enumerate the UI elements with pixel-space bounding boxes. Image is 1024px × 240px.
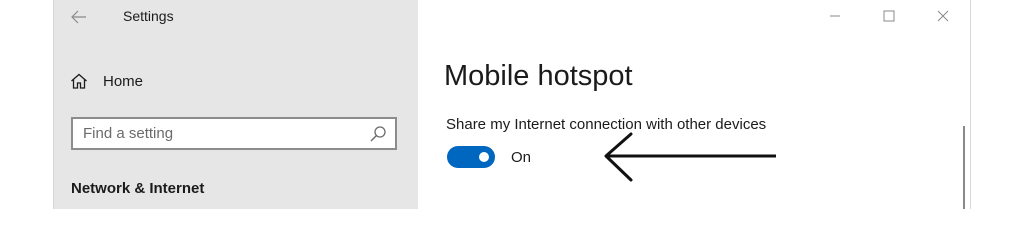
maximize-icon bbox=[883, 10, 895, 22]
search-box[interactable] bbox=[71, 117, 397, 150]
toggle-knob bbox=[479, 152, 489, 162]
settings-window: Settings Home Network & Internet bbox=[54, 0, 970, 209]
share-connection-label: Share my Internet connection with other … bbox=[446, 116, 767, 133]
close-button[interactable] bbox=[916, 0, 970, 32]
sidebar: Settings Home Network & Internet bbox=[54, 0, 418, 209]
search-icon[interactable] bbox=[369, 125, 387, 143]
main-content: Mobile hotspot Share my Internet connect… bbox=[418, 0, 970, 209]
back-button[interactable] bbox=[66, 4, 92, 30]
home-icon bbox=[71, 73, 87, 89]
back-arrow-icon bbox=[71, 10, 86, 24]
window-controls bbox=[808, 0, 970, 32]
minimize-button[interactable] bbox=[808, 0, 862, 32]
sidebar-item-home-label: Home bbox=[103, 72, 144, 90]
share-connection-toggle[interactable] bbox=[447, 146, 495, 168]
toggle-state-label: On bbox=[511, 149, 532, 166]
maximize-button[interactable] bbox=[862, 0, 916, 32]
scrollbar[interactable] bbox=[963, 126, 965, 209]
annotation-arrow-icon bbox=[604, 132, 776, 182]
sidebar-item-home[interactable]: Home bbox=[70, 66, 143, 96]
section-heading: Network & Internet bbox=[71, 180, 205, 197]
close-icon bbox=[937, 10, 949, 22]
app-title: Settings bbox=[123, 8, 174, 24]
page-title: Mobile hotspot bbox=[444, 60, 633, 92]
screenshot-stage: Settings Home Network & Internet bbox=[0, 0, 1024, 209]
search-input[interactable] bbox=[73, 119, 365, 148]
minimize-icon bbox=[830, 15, 840, 17]
